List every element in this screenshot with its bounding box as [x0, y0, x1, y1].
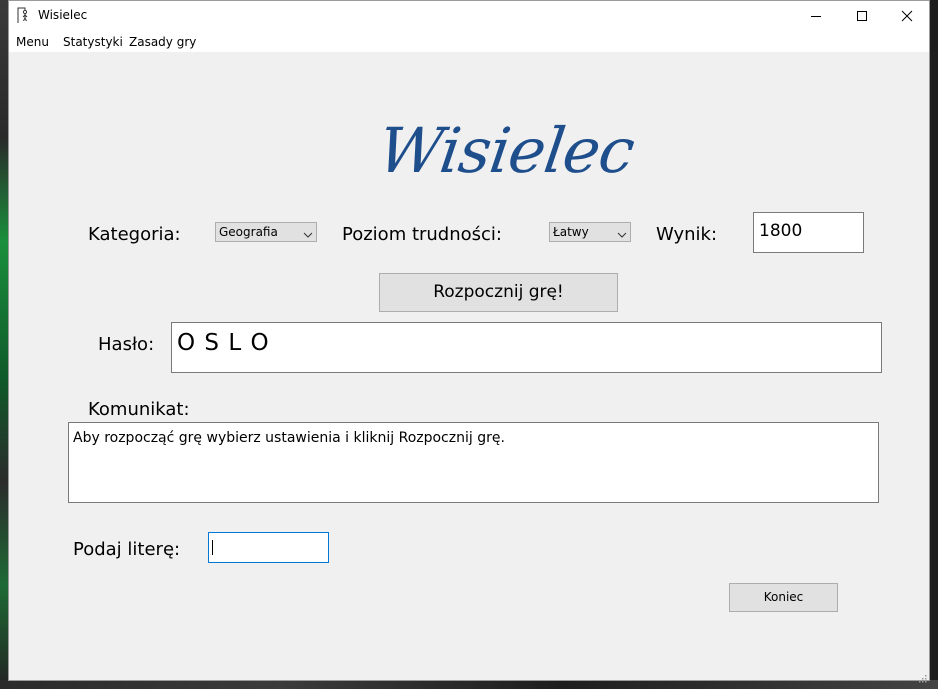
- category-select-value: Geografia: [219, 225, 278, 239]
- chevron-down-icon: [303, 228, 313, 242]
- desktop-background-bottom: [0, 680, 938, 689]
- close-icon: [901, 10, 913, 22]
- difficulty-select[interactable]: Łatwy: [549, 222, 631, 242]
- hangman-app-icon: [16, 7, 32, 24]
- score-value: 1800: [759, 221, 803, 241]
- message-text: Aby rozpocząć grę wybierz ustawienia i k…: [73, 430, 505, 446]
- password-field: O S L O: [171, 322, 882, 373]
- category-select[interactable]: Geografia: [215, 222, 317, 242]
- title-bar[interactable]: Wisielec: [9, 1, 929, 31]
- resize-grip-icon[interactable]: [917, 668, 927, 683]
- menu-item-statystyki[interactable]: Statystyki: [63, 35, 123, 49]
- text-cursor: [212, 540, 213, 555]
- difficulty-select-value: Łatwy: [553, 225, 589, 239]
- minimize-button[interactable]: [793, 1, 839, 31]
- minimize-icon: [811, 16, 821, 17]
- letter-input[interactable]: [208, 532, 329, 563]
- app-window: Wisielec Menu Statystyki Zasady gry Wisi…: [8, 0, 930, 683]
- close-button[interactable]: [884, 1, 930, 31]
- maximize-button[interactable]: [839, 1, 885, 31]
- score-field: 1800: [753, 212, 864, 253]
- password-value: O S L O: [177, 330, 270, 356]
- message-label: Komunikat:: [88, 399, 190, 420]
- window-title: Wisielec: [38, 8, 88, 22]
- letter-label: Podaj literę:: [73, 539, 181, 560]
- message-box: Aby rozpocząć grę wybierz ustawienia i k…: [68, 422, 879, 503]
- game-logo: Wisielec: [373, 114, 639, 187]
- menu-item-menu[interactable]: Menu: [16, 35, 49, 49]
- score-label: Wynik:: [656, 224, 718, 245]
- maximize-icon: [857, 11, 867, 21]
- menu-item-zasady-gry[interactable]: Zasady gry: [129, 35, 196, 49]
- password-label: Hasło:: [98, 334, 155, 355]
- start-game-button[interactable]: Rozpocznij grę!: [379, 273, 618, 312]
- end-game-button[interactable]: Koniec: [729, 583, 838, 612]
- difficulty-label: Poziom trudności:: [342, 224, 502, 245]
- category-label: Kategoria:: [88, 224, 181, 245]
- chevron-down-icon: [617, 228, 627, 242]
